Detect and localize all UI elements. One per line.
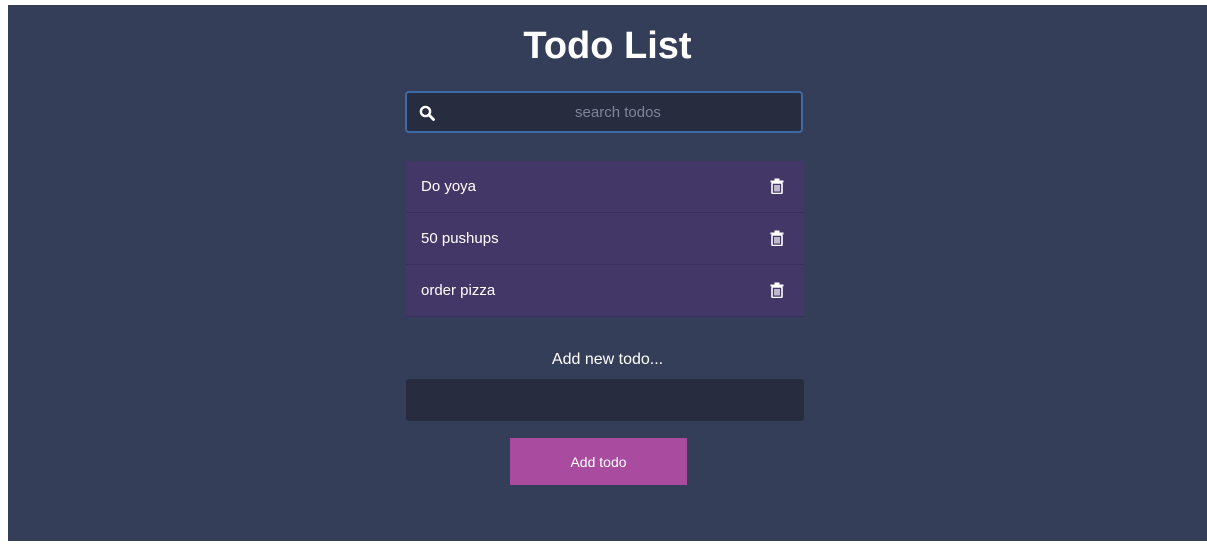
trash-icon[interactable] [770, 282, 784, 298]
todo-label: 50 pushups [421, 230, 499, 247]
list-item: order pizza [406, 265, 804, 317]
page-title: Todo List [523, 25, 692, 67]
add-todo-input[interactable] [406, 379, 804, 421]
add-todo-label: Add new todo... [551, 351, 664, 368]
trash-icon[interactable] [770, 178, 784, 194]
trash-icon[interactable] [770, 230, 784, 246]
search-icon [419, 105, 435, 121]
search-box[interactable] [405, 91, 803, 133]
list-item: Do yoya [406, 161, 804, 213]
app-container: Todo List Do yoya 50 pushups [8, 5, 1207, 541]
todo-label: Do yoya [421, 178, 477, 195]
add-todo-button[interactable]: Add todo [510, 438, 687, 485]
todo-label: order pizza [421, 282, 496, 299]
list-item: 50 pushups [406, 213, 804, 265]
search-input[interactable] [443, 93, 793, 131]
todo-list: Do yoya 50 pushups order pizza [406, 161, 804, 317]
